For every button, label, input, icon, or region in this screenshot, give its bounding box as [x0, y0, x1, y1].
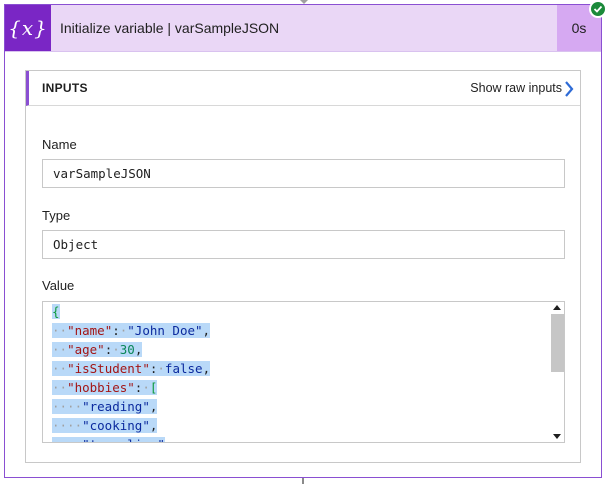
success-check-icon: [589, 0, 607, 18]
value-code-editor[interactable]: { ··"name":·"John Doe", ··"age":·30, ··"isS…: [42, 301, 565, 443]
flow-connector-bottom: [302, 478, 304, 484]
code-line: ····"cooking",: [52, 418, 158, 433]
chevron-right-icon[interactable]: [564, 81, 574, 97]
action-title: Initialize variable | varSampleJSON: [60, 20, 280, 36]
action-header[interactable]: {x} Initialize variable | varSampleJSON …: [5, 5, 601, 52]
code-line: ··"isStudent":·false,: [52, 361, 211, 376]
code-line: ····"traveling": [52, 435, 210, 442]
code-line: ····"reading",: [52, 399, 158, 414]
variable-icon: {x}: [5, 5, 51, 51]
inputs-panel: INPUTS Show raw inputs Name varSampleJSO…: [25, 70, 581, 463]
editor-scrollbar[interactable]: [550, 302, 564, 442]
type-field[interactable]: Object: [42, 230, 565, 259]
type-label: Type: [42, 208, 71, 223]
code-line: ··"hobbies":·[: [52, 380, 158, 395]
action-card: {x} Initialize variable | varSampleJSON …: [4, 4, 602, 478]
scroll-thumb[interactable]: [551, 314, 564, 372]
inputs-section-header: INPUTS Show raw inputs: [26, 71, 580, 106]
code-line: ··"name":·"John Doe",: [52, 323, 211, 338]
name-field[interactable]: varSampleJSON: [42, 159, 565, 188]
value-label: Value: [42, 278, 75, 293]
show-raw-inputs-link[interactable]: Show raw inputs: [470, 71, 562, 106]
scroll-up-arrow-icon[interactable]: [553, 305, 561, 310]
code-line: ··"age":·30,: [52, 342, 143, 357]
name-label: Name: [42, 137, 77, 152]
scroll-down-arrow-icon[interactable]: [553, 434, 561, 439]
inputs-section-label: INPUTS: [42, 81, 88, 95]
code-line: {: [52, 304, 60, 319]
code-content: { ··"name":·"John Doe", ··"age":·30, ··"isS…: [52, 302, 211, 442]
